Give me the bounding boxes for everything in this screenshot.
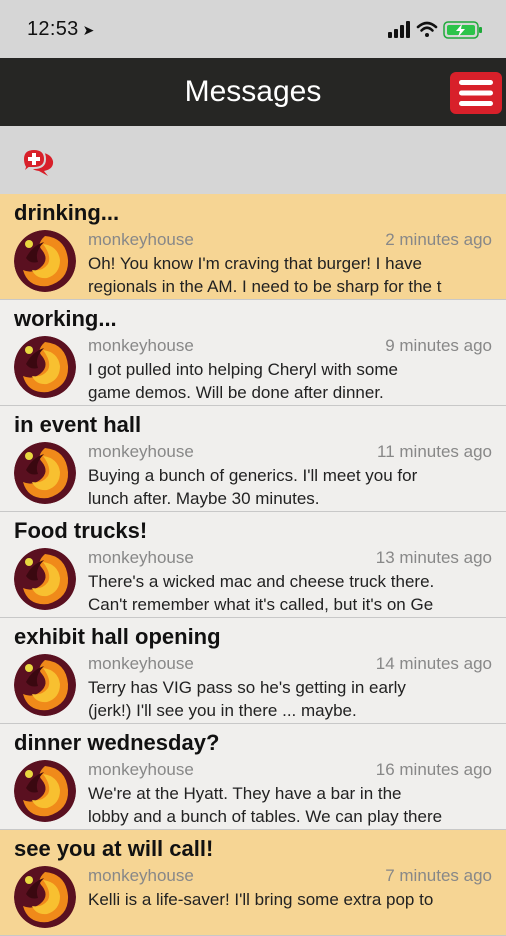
app-header: Messages	[0, 58, 506, 126]
message-item[interactable]: drinking... monkeyhouse 2 minutes ago Oh…	[0, 194, 506, 300]
message-title: dinner wednesday?	[14, 730, 220, 755]
message-title: see you at will call!	[14, 836, 214, 861]
message-sender: monkeyhouse	[88, 866, 194, 885]
message-preview: I got pulled into helping Cheryl with so…	[88, 360, 398, 402]
message-preview: Oh! You know I'm craving that burger! I …	[88, 254, 442, 296]
message-item[interactable]: working... monkeyhouse 9 minutes ago I g…	[0, 300, 506, 406]
clock-text: 12:53	[27, 18, 79, 40]
avatar	[14, 654, 76, 716]
avatar	[14, 336, 76, 398]
message-sender: monkeyhouse	[88, 442, 194, 461]
message-time: 11 minutes ago	[377, 442, 492, 461]
message-item[interactable]: dinner wednesday? monkeyhouse 16 minutes…	[0, 724, 506, 830]
message-title: exhibit hall opening	[14, 624, 221, 649]
message-sender: monkeyhouse	[88, 230, 194, 249]
new-message-button[interactable]	[20, 147, 56, 177]
message-time: 13 minutes ago	[375, 548, 492, 567]
toolbar	[0, 126, 506, 194]
message-time: 7 minutes ago	[385, 866, 492, 885]
message-time: 16 minutes ago	[375, 760, 492, 779]
message-time: 14 minutes ago	[375, 654, 492, 673]
message-sender: monkeyhouse	[88, 760, 194, 779]
wifi-icon	[416, 21, 438, 37]
message-title: drinking...	[14, 200, 120, 225]
message-title: in event hall	[14, 412, 142, 437]
message-preview: Terry has VIG pass so he's getting in ea…	[88, 678, 406, 720]
avatar	[14, 230, 76, 292]
message-item[interactable]: in event hall monkeyhouse 11 minutes ago…	[0, 406, 506, 512]
avatar	[14, 548, 76, 610]
message-time: 2 minutes ago	[385, 230, 492, 249]
avatar	[14, 442, 76, 504]
message-preview: We're at the Hyatt. They have a bar in t…	[88, 784, 443, 826]
page-title: Messages	[184, 75, 322, 108]
location-arrow-icon: ➤	[82, 22, 95, 38]
avatar	[14, 866, 76, 928]
battery-icon	[443, 21, 482, 39]
message-time: 9 minutes ago	[385, 336, 492, 355]
signal-icon	[388, 21, 410, 38]
status-time: 12:53 ➤	[27, 18, 95, 41]
message-list: drinking... monkeyhouse 2 minutes ago Oh…	[0, 194, 506, 936]
menu-button[interactable]	[450, 72, 502, 114]
new-message-icon	[20, 147, 54, 177]
status-icons	[388, 19, 488, 41]
message-title: working...	[14, 306, 117, 331]
message-preview: Buying a bunch of generics. I'll meet yo…	[88, 466, 418, 508]
status-bar: 12:53 ➤	[0, 0, 506, 58]
message-title: Food trucks!	[14, 518, 148, 543]
message-sender: monkeyhouse	[88, 336, 194, 355]
avatar	[14, 760, 76, 822]
message-item[interactable]: see you at will call! monkeyhouse 7 minu…	[0, 830, 506, 936]
message-sender: monkeyhouse	[88, 654, 194, 673]
message-item[interactable]: Food trucks! monkeyhouse 13 minutes ago …	[0, 512, 506, 618]
message-sender: monkeyhouse	[88, 548, 194, 567]
message-item[interactable]: exhibit hall opening monkeyhouse 14 minu…	[0, 618, 506, 724]
message-preview: There's a wicked mac and cheese truck th…	[88, 572, 435, 614]
hamburger-menu-icon	[459, 80, 493, 106]
